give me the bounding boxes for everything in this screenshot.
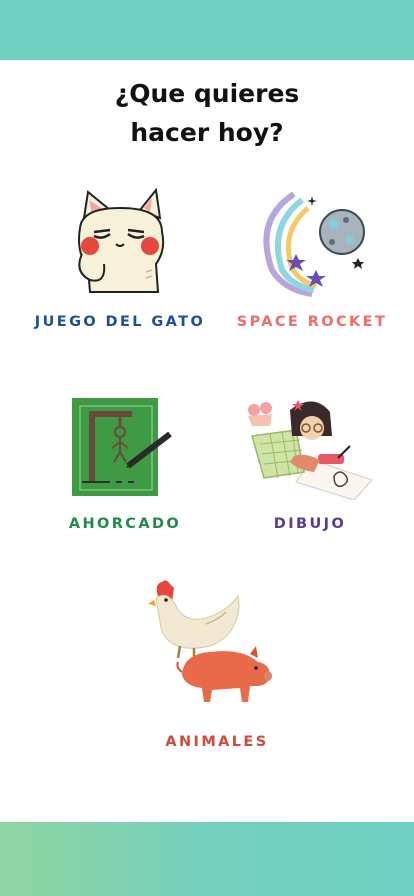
activity-dibujo[interactable]: DIBUJO	[230, 390, 390, 545]
hangman-icon	[72, 398, 172, 496]
activity-space-rocket[interactable]: SPACE ROCKET	[232, 182, 392, 342]
activity-label: SPACE ROCKET	[236, 314, 388, 330]
bottom-band	[0, 822, 414, 896]
activity-label: AHORCADO	[68, 516, 182, 532]
chicken-pig-icon	[148, 580, 272, 702]
activity-label: JUEGO DEL GATO	[34, 314, 206, 330]
activity-ahorcado[interactable]: AHORCADO	[40, 390, 210, 545]
cat-icon	[78, 188, 165, 293]
page-title-line-2: hacer hoy?	[130, 118, 284, 147]
activity-juego-del-gato[interactable]: JUEGO DEL GATO	[28, 182, 212, 342]
planet-icon	[263, 191, 365, 297]
drawing-girl-icon	[248, 400, 373, 500]
activity-label: DIBUJO	[273, 516, 347, 532]
top-band	[0, 0, 414, 60]
activity-animales[interactable]: ANIMALES	[130, 576, 304, 761]
page-title-line-1: ¿Que quieres	[114, 79, 300, 108]
activity-label: ANIMALES	[165, 734, 269, 750]
page-title: ¿Que quieres hacer hoy?	[0, 74, 414, 152]
